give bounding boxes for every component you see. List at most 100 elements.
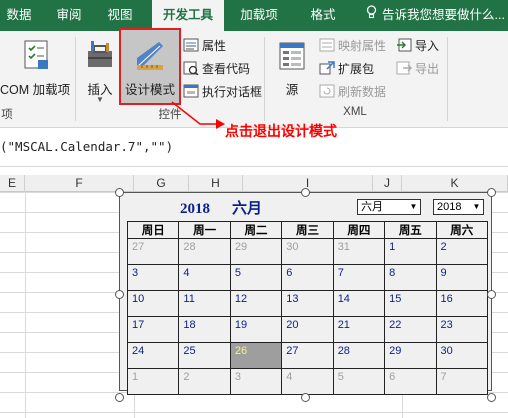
calendar-day[interactable]: 18 <box>178 316 231 343</box>
addins-group-label: 项 <box>1 109 13 121</box>
calendar-day[interactable]: 25 <box>178 342 231 369</box>
calendar-day[interactable]: 24 <box>126 342 180 369</box>
calendar-day[interactable]: 31 <box>332 238 386 265</box>
calendar-day[interactable]: 21 <box>332 316 386 343</box>
calendar-day[interactable]: 6 <box>384 368 437 395</box>
tab-data[interactable]: 数据 <box>0 0 38 31</box>
expansion-packs-icon <box>319 61 335 75</box>
weekday-header: 周三 <box>281 221 334 239</box>
export-button[interactable]: 导出 <box>396 59 439 79</box>
year-select-value: 2018 <box>437 201 462 213</box>
properties-icon <box>183 38 199 52</box>
resize-handle-bottom[interactable] <box>301 393 310 402</box>
resize-handle-left[interactable] <box>115 290 124 299</box>
calendar-day[interactable]: 2 <box>178 368 231 395</box>
run-dialog-label: 执行对话框 <box>202 85 263 99</box>
column-headers: E F G H I J K <box>0 175 508 192</box>
calendar-day[interactable]: 2 <box>435 238 489 265</box>
calendar-day[interactable]: 19 <box>229 316 283 343</box>
properties-button[interactable]: 属性 <box>183 36 226 56</box>
calendar-day[interactable]: 1 <box>126 368 180 395</box>
calendar-day[interactable]: 28 <box>332 342 386 369</box>
calendar-day[interactable]: 5 <box>229 264 283 291</box>
resize-handle-bottom-right[interactable] <box>487 393 496 402</box>
year-select[interactable]: 2018 ▼ <box>433 199 484 215</box>
resize-handle-top[interactable] <box>301 188 310 197</box>
calendar-grid: 周日 周一 周二 周三 周四 周五 周六 27 28 29 30 31 1 2 … <box>126 221 489 395</box>
resize-handle-right[interactable] <box>487 290 496 299</box>
calendar-day-selected[interactable]: 26 <box>229 342 283 369</box>
import-icon <box>396 38 412 52</box>
calendar-day[interactable]: 4 <box>178 264 231 291</box>
column-header-g[interactable]: G <box>134 175 189 192</box>
resize-handle-bottom-left[interactable] <box>115 393 124 402</box>
calendar-day[interactable]: 10 <box>126 290 180 317</box>
calendar-day[interactable]: 30 <box>435 342 489 369</box>
export-icon <box>396 61 412 75</box>
refresh-data-button[interactable]: 刷新数据 <box>319 82 386 102</box>
calendar-day[interactable]: 11 <box>178 290 231 317</box>
calendar-day[interactable]: 22 <box>384 316 437 343</box>
weekday-header: 周日 <box>126 221 180 239</box>
calendar-day[interactable]: 23 <box>435 316 489 343</box>
calendar-day[interactable]: 13 <box>281 290 334 317</box>
map-properties-label: 映射属性 <box>338 39 387 53</box>
tab-view[interactable]: 视图 <box>101 0 139 31</box>
formula-text[interactable]: ("MSCAL.Calendar.7","") <box>0 139 173 154</box>
calendar-day[interactable]: 6 <box>281 264 334 291</box>
column-header-h[interactable]: H <box>189 175 243 192</box>
tab-format[interactable]: 格式 <box>300 0 346 31</box>
calendar-day[interactable]: 20 <box>281 316 334 343</box>
tab-developer[interactable]: 开发工具 <box>152 0 224 31</box>
calendar-day[interactable]: 15 <box>384 290 437 317</box>
tell-me-search[interactable]: 告诉我您想要做什么... <box>364 0 505 31</box>
run-dialog-button[interactable]: 执行对话框 <box>183 82 262 102</box>
lightbulb-icon <box>364 0 378 31</box>
calendar-day[interactable]: 28 <box>178 238 231 265</box>
map-properties-button[interactable]: 映射属性 <box>319 36 386 56</box>
calendar-day[interactable]: 1 <box>384 238 437 265</box>
view-code-icon <box>183 61 199 76</box>
calendar-day[interactable]: 4 <box>281 368 334 395</box>
calendar-day[interactable]: 29 <box>229 238 283 265</box>
xml-source-icon <box>278 41 306 74</box>
resize-handle-top-left[interactable] <box>115 188 124 197</box>
calendar-day[interactable]: 30 <box>281 238 334 265</box>
ribbon-tab-bar: 数据 审阅 视图 开发工具 加载项 格式 告诉我您想要做什么... <box>0 0 508 31</box>
com-addins-label: COM 加载项 <box>0 83 71 97</box>
column-header-j[interactable]: J <box>373 175 402 192</box>
calendar-day[interactable]: 5 <box>332 368 386 395</box>
calendar-day[interactable]: 27 <box>281 342 334 369</box>
calendar-day[interactable]: 3 <box>126 264 180 291</box>
source-label: 源 <box>285 83 299 97</box>
import-button[interactable]: 导入 <box>396 36 439 56</box>
group-separator <box>75 37 76 121</box>
calendar-day[interactable]: 29 <box>384 342 437 369</box>
column-header-e[interactable]: E <box>0 175 25 192</box>
weekday-header: 周一 <box>178 221 231 239</box>
calendar-day[interactable]: 7 <box>332 264 386 291</box>
calendar-day[interactable]: 3 <box>229 368 283 395</box>
calendar-control[interactable]: 2018 六月 六月 ▼ 2018 ▼ 周日 周一 周二 周三 周四 周五 周六 … <box>119 192 492 395</box>
resize-handle-top-right[interactable] <box>487 188 496 197</box>
tell-me-text: 告诉我您想要做什么... <box>382 8 505 22</box>
view-code-button[interactable]: 查看代码 <box>183 59 250 79</box>
month-select[interactable]: 六月 ▼ <box>357 199 421 215</box>
expansion-packs-button[interactable]: 扩展包 <box>319 59 374 79</box>
ribbon-developer: COM 加载项 项 插入 ▼ 设计模式 属性 查看代码 执行对话框 控件 源 映… <box>0 30 508 128</box>
calendar-day[interactable]: 8 <box>384 264 437 291</box>
calendar-day[interactable]: 14 <box>332 290 386 317</box>
tab-review[interactable]: 审阅 <box>50 0 88 31</box>
weekday-header: 周六 <box>435 221 489 239</box>
view-code-label: 查看代码 <box>202 62 251 76</box>
calendar-day[interactable]: 12 <box>229 290 283 317</box>
design-mode-highlight-box <box>119 28 181 105</box>
calendar-day[interactable]: 17 <box>126 316 180 343</box>
calendar-title: 2018 六月 <box>180 197 284 218</box>
tab-addins[interactable]: 加载项 <box>234 0 284 31</box>
calendar-day[interactable]: 27 <box>126 238 180 265</box>
calendar-day[interactable]: 16 <box>435 290 489 317</box>
annotation-arrow <box>171 101 225 129</box>
calendar-day[interactable]: 9 <box>435 264 489 291</box>
calendar-day[interactable]: 7 <box>435 368 489 395</box>
